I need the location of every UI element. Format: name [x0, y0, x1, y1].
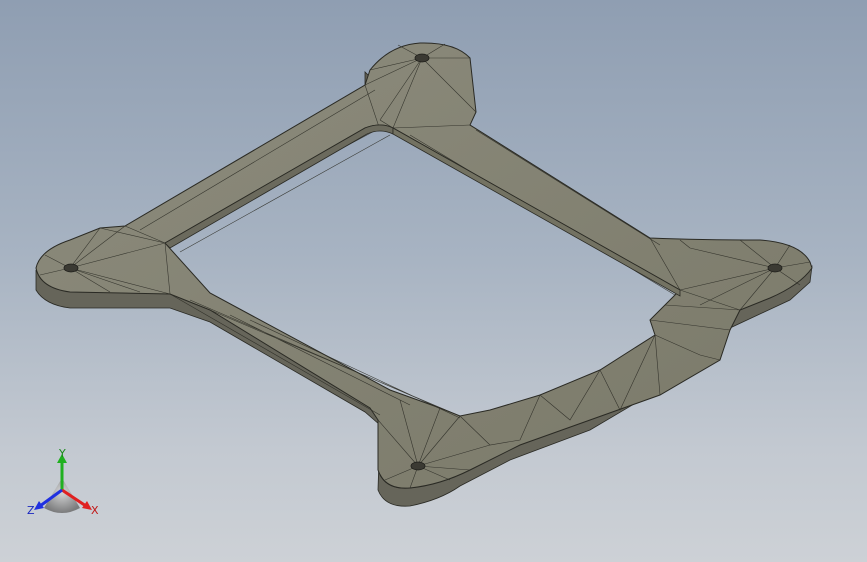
frame-top-face — [35, 42, 813, 489]
hole-right — [767, 263, 783, 273]
graphics-viewport[interactable]: Y X Z — [0, 0, 867, 562]
hole-top — [414, 53, 430, 63]
3d-model-bracket[interactable] — [0, 0, 867, 562]
hole-left — [63, 263, 79, 273]
hole-bottom — [410, 461, 426, 471]
x-axis-label: X — [91, 504, 99, 517]
orientation-triad[interactable]: Y X Z — [22, 448, 112, 528]
y-axis-label: Y — [58, 448, 66, 460]
z-axis-label: Z — [27, 504, 35, 517]
